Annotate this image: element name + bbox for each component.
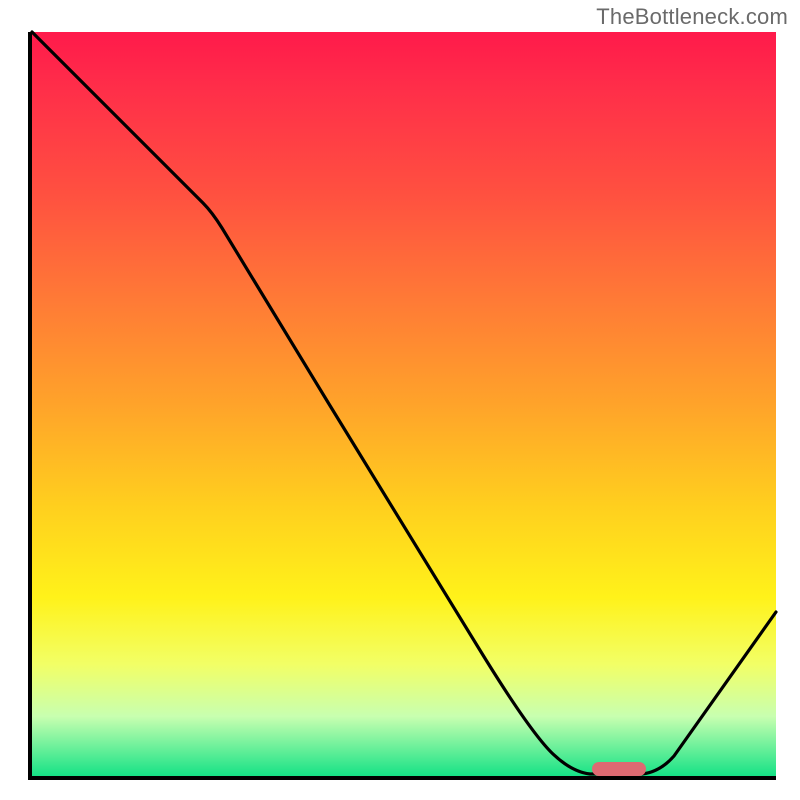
stage: TheBottleneck.com (0, 0, 800, 800)
chart-axes (28, 32, 776, 780)
watermark-text: TheBottleneck.com (596, 4, 788, 30)
